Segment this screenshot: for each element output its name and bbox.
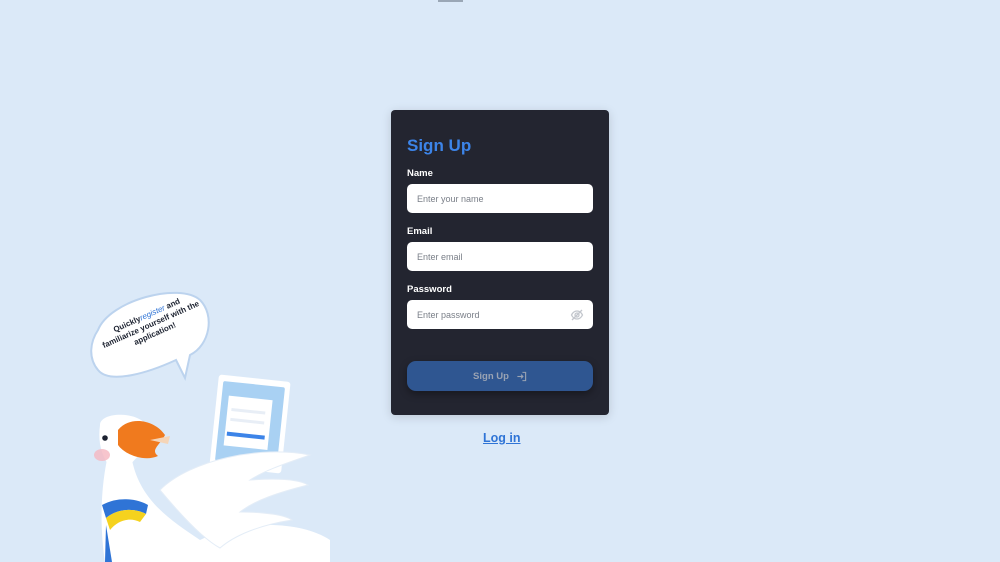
login-link[interactable]: Log in <box>483 431 521 445</box>
name-field <box>407 184 593 213</box>
password-label: Password <box>407 284 452 295</box>
password-input[interactable] <box>407 300 593 329</box>
password-field <box>407 300 593 329</box>
top-divider <box>438 0 463 2</box>
email-input[interactable] <box>407 242 593 271</box>
name-label: Name <box>407 168 433 179</box>
email-field <box>407 242 593 271</box>
name-input[interactable] <box>407 184 593 213</box>
sign-up-button[interactable]: Sign Up <box>407 361 593 391</box>
eye-slash-icon[interactable] <box>570 308 584 322</box>
login-arrow-icon <box>517 371 527 381</box>
sign-up-card: Sign Up Name Email Password Sign Up <box>391 110 609 415</box>
form-title: Sign Up <box>407 136 472 155</box>
sign-up-page: Quicklyregister and familiarize yourself… <box>0 0 1000 562</box>
sign-up-button-label: Sign Up <box>473 370 509 382</box>
email-label: Email <box>407 226 433 237</box>
